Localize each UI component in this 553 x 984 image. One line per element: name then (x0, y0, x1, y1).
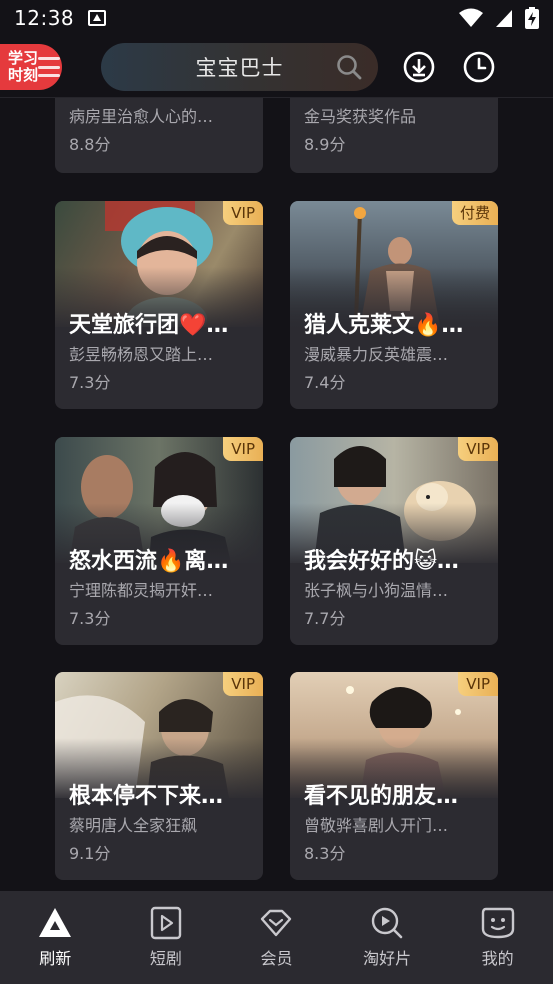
bottom-nav: 刷新 短剧 会员 淘好片 我的 (0, 891, 553, 984)
badge-line-1: 学习 (8, 49, 39, 67)
download-icon[interactable] (403, 51, 435, 83)
play-square-icon (150, 906, 182, 940)
card-score: 9.1分 (69, 844, 111, 863)
video-card[interactable]: VIP 天堂旅行团❤️… 彭昱畅杨恩又踏上… 7.3分 (55, 201, 263, 409)
card-title: 怒水西流🔥离… (69, 549, 229, 574)
card-subtitle: 彭昱畅杨恩又踏上… (69, 345, 214, 364)
card-score: 7.3分 (69, 373, 111, 392)
card-subtitle: 金马奖获奖作品 (304, 107, 417, 126)
nav-label: 短剧 (149, 949, 182, 968)
status-time: 12:38 (14, 6, 75, 30)
history-icon[interactable] (463, 51, 495, 83)
video-card[interactable]: VIP 根本停不下来… 蔡明唐人全家狂飙 9.1分 (55, 672, 263, 880)
nav-item-mine[interactable]: 我的 (442, 891, 553, 984)
search-play-icon (371, 907, 403, 939)
badge-line-2: 时刻 (8, 66, 39, 84)
search-bar[interactable]: 宝宝巴士 (101, 43, 378, 91)
card-subtitle: 蔡明唐人全家狂飙 (69, 816, 198, 835)
status-icons (459, 7, 539, 29)
battery-icon (525, 7, 539, 29)
study-mode-badge[interactable]: 学习 时刻 (0, 44, 62, 90)
vip-tag: VIP (458, 437, 498, 461)
nav-label: 刷新 (39, 949, 72, 968)
notification-icon (88, 10, 107, 26)
vip-tag: VIP (223, 437, 263, 461)
refresh-triangle-icon (39, 908, 72, 937)
card-subtitle: 曾敬骅喜剧人开门… (304, 816, 449, 835)
paid-tag: 付费 (451, 201, 498, 225)
video-card[interactable]: 付费 猎人克莱文🔥… 漫威暴力反英雄震… 7.4分 (290, 201, 498, 409)
nav-label: 我的 (481, 949, 514, 968)
video-card[interactable]: VIP 我会好好的😺… 张子枫与小狗温情… 7.7分 (290, 437, 498, 645)
search-input[interactable]: 宝宝巴士 (196, 52, 284, 82)
card-title: 我会好好的😺… (304, 549, 459, 574)
card-title: 猎人克莱文🔥… (304, 313, 464, 338)
nav-label: 淘好片 (363, 949, 412, 968)
card-subtitle: 病房里治愈人心的… (69, 107, 214, 126)
video-card[interactable]: 病房里治愈人心的… 8.8分 (55, 98, 263, 173)
search-icon[interactable] (336, 54, 362, 80)
card-score: 7.4分 (304, 373, 346, 392)
vip-tag: VIP (223, 201, 263, 225)
nav-item-member[interactable]: 会员 (221, 891, 332, 984)
card-score: 7.7分 (304, 609, 346, 628)
card-score: 8.3分 (304, 844, 346, 863)
top-header: 学习 时刻 宝宝巴士 (0, 36, 553, 98)
video-card[interactable]: VIP 怒水西流🔥离… 宁理陈都灵揭开奸… 7.3分 (55, 437, 263, 645)
nav-item-short-drama[interactable]: 短剧 (111, 891, 222, 984)
video-grid: 病房里治愈人心的… 8.8分 金马奖获奖作品 8.9分 VIP 天堂旅行团❤️…… (0, 98, 553, 891)
card-title: 根本停不下来… (69, 784, 224, 809)
video-card[interactable]: 金马奖获奖作品 8.9分 (290, 98, 498, 173)
card-title: 天堂旅行团❤️… (69, 313, 229, 338)
nav-item-refresh[interactable]: 刷新 (0, 891, 111, 984)
vip-tag: VIP (458, 672, 498, 696)
card-title: 看不见的朋友… (304, 784, 459, 809)
smiley-icon (481, 907, 514, 939)
nav-label: 会员 (260, 949, 293, 968)
video-card[interactable]: VIP 看不见的朋友… 曾敬骅喜剧人开门… 8.3分 (290, 672, 498, 880)
card-score: 7.3分 (69, 609, 111, 628)
status-bar: 12:38 (0, 0, 553, 36)
nav-item-discover[interactable]: 淘好片 (332, 891, 443, 984)
card-subtitle: 张子枫与小狗温情… (304, 581, 449, 600)
card-score: 8.9分 (304, 135, 346, 154)
vip-tag: VIP (223, 672, 263, 696)
card-subtitle: 宁理陈都灵揭开奸… (69, 581, 214, 600)
diamond-icon (261, 909, 292, 937)
menu-icon (38, 57, 60, 77)
card-score: 8.8分 (69, 135, 111, 154)
signal-icon (496, 10, 512, 27)
wifi-icon (459, 8, 483, 27)
card-subtitle: 漫威暴力反英雄震… (304, 345, 449, 364)
